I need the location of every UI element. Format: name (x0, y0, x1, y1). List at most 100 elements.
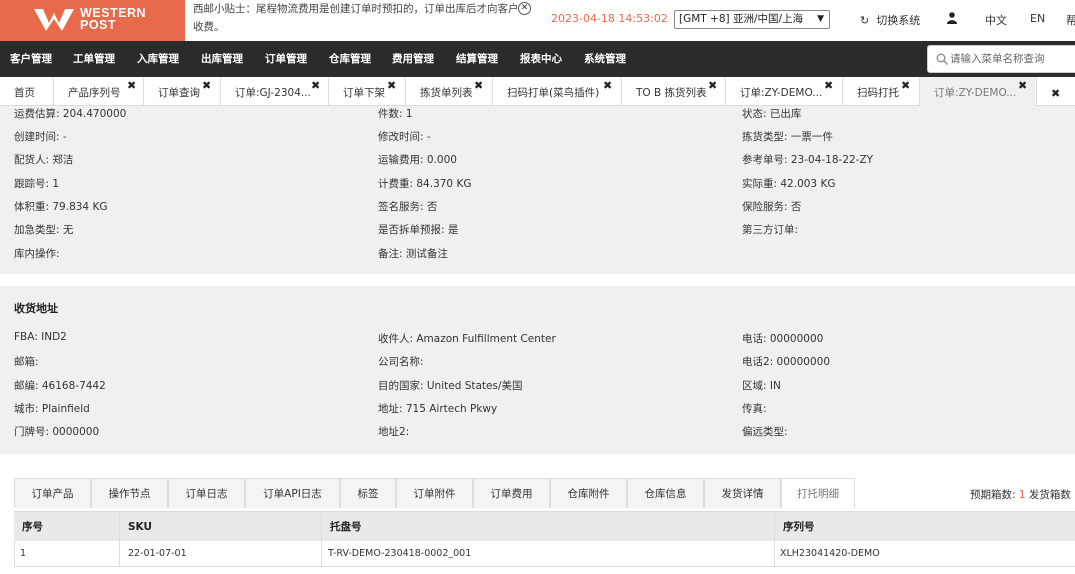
cell-sku: 22-01-07-01 (128, 548, 187, 559)
fax: 传真: (742, 403, 767, 415)
tab-order-gj[interactable]: 订单:GJ-2304... ✖ (221, 77, 329, 106)
tab-order-api-log[interactable]: 订单API日志 (245, 478, 340, 508)
user-icon[interactable] (947, 12, 957, 24)
nav-item-reports[interactable]: 报表中心 (520, 41, 562, 77)
close-icon[interactable]: ✖ (474, 80, 483, 91)
tab-product-serial[interactable]: 产品序列号 ✖ (54, 77, 144, 106)
expected-boxes-label: 预期箱数: (970, 489, 1016, 501)
close-icon[interactable]: ✖ (603, 80, 612, 91)
picking-type: 拣货类型: 一票一件 (742, 131, 833, 143)
reference-number: 参考单号: 23-04-18-22-ZY (742, 154, 874, 166)
column-header-serial: 序列号 (783, 521, 815, 533)
tab-shipping-details[interactable]: 发货详情 (704, 478, 781, 508)
destination-country: 目的国家: United States/美国 (378, 380, 523, 392)
tab-warehouse-info[interactable]: 仓库信息 (627, 478, 704, 508)
cell-serial: XLH23041420-DEMO (780, 548, 880, 559)
lang-zh-button[interactable]: 中文 (985, 12, 1007, 28)
tracking-number: 跟踪号: 1 (14, 178, 60, 190)
close-icon[interactable]: ✖ (708, 80, 717, 91)
fba-code: FBA: IND2 (14, 331, 67, 343)
tip-text: 西邮小贴士：尾程物流费用是创建订单时预扣的，订单出库后才向客户收费。 (193, 3, 519, 33)
picker: 配货人: 郑洁 (14, 154, 74, 166)
expected-boxes-value: 1 (1018, 489, 1026, 501)
page-tabs: 首页 产品序列号 ✖ 订单查询 ✖ 订单:GJ-2304... ✖ 订单下架 ✖ 拣货单… (0, 77, 1075, 106)
signature-service: 签名服务: 否 (378, 201, 438, 213)
lang-en-button[interactable]: EN (1030, 12, 1045, 25)
nav-item-workorder[interactable]: 工单管理 (73, 41, 115, 77)
tab-order-query[interactable]: 订单查询 ✖ (144, 77, 221, 106)
piece-count: 件数: 1 (378, 108, 413, 120)
remark: 备注: 测试备注 (378, 248, 448, 260)
billing-weight: 计费重: 84.370 KG (378, 178, 472, 190)
close-icon[interactable]: ✖ (127, 80, 136, 91)
tab-order-log[interactable]: 订单日志 (168, 478, 245, 508)
chevron-down-icon: ▼ (817, 14, 824, 24)
divider (0, 274, 1075, 286)
logo[interactable]: WESTERN POST (0, 0, 185, 41)
tab-labels[interactable]: 标签 (340, 478, 396, 508)
switch-system-label: 切换系统 (876, 14, 921, 27)
tab-order-products[interactable]: 订单产品 (14, 478, 91, 508)
phone2: 电话2: 00000000 (742, 356, 830, 368)
switch-system-button[interactable]: ↻ 切换系统 (860, 12, 920, 28)
nav-item-inbound[interactable]: 入库管理 (137, 41, 179, 77)
timezone-select[interactable]: [GMT +8] 亚洲/中国/上海 ▼ (674, 10, 830, 29)
nav-item-customer[interactable]: 客户管理 (10, 41, 52, 77)
tab-scan-print[interactable]: 扫码打单(菜鸟插件) ✖ (493, 77, 622, 106)
tab-order-zy-1[interactable]: 订单:ZY-DEMO... ✖ (726, 77, 843, 106)
remote-type: 偏远类型: (742, 426, 788, 438)
address-line1: 地址: 715 Airtech Pkwy (378, 403, 498, 415)
nav-item-warehouse[interactable]: 仓库管理 (329, 41, 371, 77)
table-row: 1 22-01-07-01 T-RV-DEMO-230418-0002_001 … (14, 541, 1075, 567)
tab-operation-nodes[interactable]: 操作节点 (91, 478, 168, 508)
address-line2: 地址2: (378, 426, 410, 438)
house-number: 门牌号: 0000000 (14, 426, 100, 438)
recipient: 收件人: Amazon Fulfillment Center (378, 333, 556, 345)
tab-pallet-details[interactable]: 打托明细 (781, 478, 855, 508)
close-all-tabs-icon[interactable]: ✖ (1051, 88, 1060, 99)
nav-item-orders[interactable]: 订单管理 (265, 41, 307, 77)
nav-item-outbound[interactable]: 出库管理 (201, 41, 243, 77)
status: 状态: 已出库 (742, 108, 802, 120)
close-icon[interactable]: ✖ (311, 80, 320, 91)
tab-order-attachments[interactable]: 订单附件 (396, 478, 473, 508)
split-forecast: 是否拆单预报: 是 (378, 224, 459, 236)
tab-tob-picking[interactable]: TO B 拣货列表 ✖ (622, 77, 726, 106)
table-header: 序号 SKU 托盘号 序列号 (14, 511, 1075, 542)
close-icon[interactable]: ✖ (824, 80, 833, 91)
close-icon[interactable]: ✖ (901, 80, 910, 91)
actual-weight: 实际重: 42.003 KG (742, 178, 836, 190)
timezone-value: [GMT +8] 亚洲/中国/上海 (679, 13, 804, 25)
cell-pallet: T-RV-DEMO-230418-0002_001 (328, 548, 472, 559)
tab-order-unshelve[interactable]: 订单下架 ✖ (329, 77, 406, 106)
urgent-type: 加急类型: 无 (14, 224, 74, 236)
shipped-boxes-label: 发货箱数 (1028, 489, 1071, 501)
close-icon[interactable]: ✕ (518, 2, 531, 15)
warehouse-operation: 库内操作: (14, 248, 60, 260)
tab-scan-pallet[interactable]: 扫码打托 ✖ (843, 77, 920, 106)
tab-warehouse-attachments[interactable]: 仓库附件 (550, 478, 627, 508)
region: 区域: IN (742, 380, 781, 392)
nav-item-fees[interactable]: 费用管理 (392, 41, 434, 77)
current-datetime: 2023-04-18 14:53:02 (551, 12, 668, 25)
close-icon[interactable]: ✖ (387, 80, 396, 91)
close-icon[interactable]: ✖ (1018, 80, 1027, 91)
tab-order-fees[interactable]: 订单费用 (473, 478, 550, 508)
search-input[interactable] (950, 50, 1075, 68)
tab-order-zy-2[interactable]: 订单:ZY-DEMO... ✖ (920, 77, 1037, 106)
volume-weight: 体积重: 79.834 KG (14, 201, 108, 213)
column-header-pallet: 托盘号 (330, 521, 362, 533)
top-header: WESTERN POST 西邮小贴士：尾程物流费用是创建订单时预扣的，订单出库后… (0, 0, 1075, 41)
tab-home[interactable]: 首页 (0, 77, 54, 106)
shipping-fee: 运输费用: 0.000 (378, 154, 457, 166)
nav-item-system[interactable]: 系统管理 (584, 41, 626, 77)
nav-item-settlement[interactable]: 结算管理 (456, 41, 498, 77)
modified-time: 修改时间: - (378, 131, 431, 143)
menu-search[interactable] (927, 45, 1075, 73)
help-button[interactable]: 帮 (1066, 12, 1075, 28)
close-icon[interactable]: ✖ (202, 80, 211, 91)
tab-picking-list[interactable]: 拣货单列表 ✖ (406, 77, 493, 106)
postal-code: 邮编: 46168-7442 (14, 380, 106, 392)
logo-line2: POST (80, 18, 117, 32)
cell-index: 1 (20, 548, 27, 559)
